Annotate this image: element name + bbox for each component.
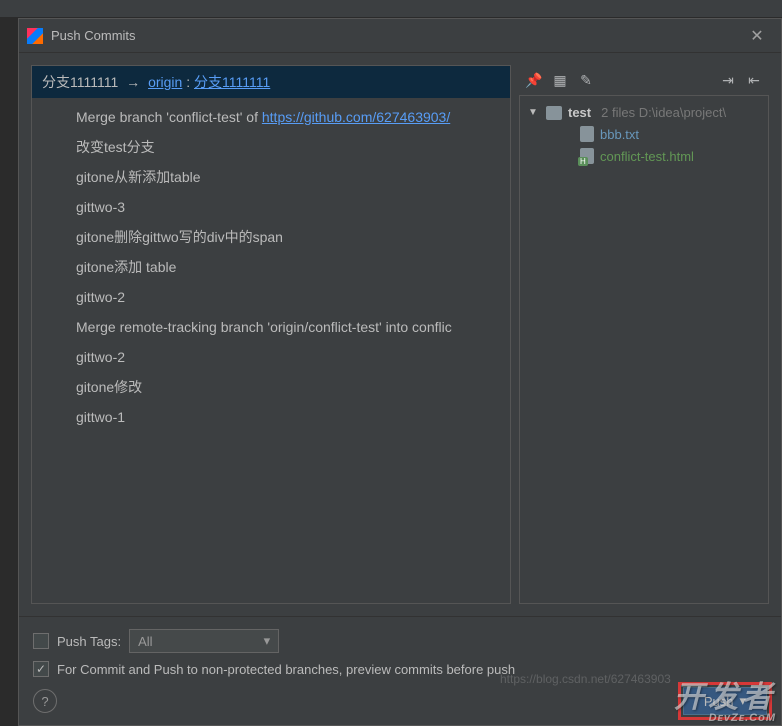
folder-name: test: [568, 105, 591, 120]
tree-root[interactable]: ▼ test 2 files D:\idea\project\: [524, 102, 764, 123]
commits-panel: 分支1111111 → origin : 分支1111111 Merge bra…: [31, 65, 511, 604]
commit-link[interactable]: https://github.com/627463903/: [262, 109, 450, 125]
help-button[interactable]: ?: [33, 689, 57, 713]
titlebar: Push Commits ✕: [19, 19, 781, 53]
commit-item[interactable]: 改变test分支: [32, 132, 510, 162]
push-tags-label: Push Tags:: [57, 634, 121, 649]
commit-item[interactable]: gittwo-3: [32, 192, 510, 222]
close-button[interactable]: ✕: [741, 19, 773, 52]
app-icon: [27, 28, 43, 44]
commit-item[interactable]: gitone添加 table: [32, 252, 510, 282]
commit-item[interactable]: Merge remote-tracking branch 'origin/con…: [32, 312, 510, 342]
commit-item[interactable]: gitone从新添加table: [32, 162, 510, 192]
file-name: bbb.txt: [600, 127, 639, 142]
folder-icon: [546, 106, 562, 120]
remote-branch-link[interactable]: 分支1111111: [194, 74, 270, 90]
commit-item[interactable]: Merge branch 'conflict-test' of https://…: [32, 102, 510, 132]
preview-checkbox[interactable]: [33, 661, 49, 677]
arrow-icon: →: [126, 74, 140, 90]
commit-item[interactable]: gittwo-1: [32, 402, 510, 432]
branch-header[interactable]: 分支1111111 → origin : 分支1111111: [32, 66, 510, 98]
commit-list[interactable]: Merge branch 'conflict-test' of https://…: [32, 98, 510, 603]
remote-name-link[interactable]: origin: [148, 74, 182, 90]
push-commits-dialog: Push Commits ✕ 分支1111111 → origin : 分支11…: [18, 18, 782, 726]
edit-icon[interactable]: ✎: [575, 69, 597, 91]
collapse-all-icon[interactable]: ⇤: [743, 69, 765, 91]
commit-item[interactable]: gitone删除gittwo写的div中的span: [32, 222, 510, 252]
commit-item[interactable]: gittwo-2: [32, 342, 510, 372]
files-toolbar: 📌 ▦ ✎ ⇥ ⇤: [519, 65, 769, 95]
file-icon: [580, 148, 594, 164]
commit-item[interactable]: gitone修改: [32, 372, 510, 402]
push-tags-select[interactable]: All: [129, 629, 279, 653]
watermark-brand: 开发者 DᴇᴠZᴇ.CᴏM: [674, 672, 776, 724]
chevron-down-icon[interactable]: ▼: [528, 107, 540, 118]
commit-item[interactable]: gittwo-2: [32, 282, 510, 312]
file-icon: [580, 126, 594, 142]
local-branch: 分支1111111: [42, 74, 118, 90]
folder-meta: 2 files D:\idea\project\: [601, 105, 726, 120]
file-name: conflict-test.html: [600, 149, 694, 164]
file-item[interactable]: bbb.txt: [524, 123, 764, 145]
dialog-footer: Push Tags: All For Commit and Push to no…: [19, 616, 781, 725]
preview-label: For Commit and Push to non-protected bra…: [57, 662, 515, 677]
file-item[interactable]: conflict-test.html: [524, 145, 764, 167]
file-tree[interactable]: ▼ test 2 files D:\idea\project\ bbb.txt …: [519, 95, 769, 604]
expand-all-icon[interactable]: ⇥: [717, 69, 739, 91]
dialog-title: Push Commits: [51, 28, 741, 43]
push-tags-checkbox[interactable]: [33, 633, 49, 649]
group-icon[interactable]: ▦: [549, 69, 571, 91]
watermark-url: https://blog.csdn.net/627463903: [500, 672, 671, 686]
pin-icon[interactable]: 📌: [523, 69, 545, 91]
